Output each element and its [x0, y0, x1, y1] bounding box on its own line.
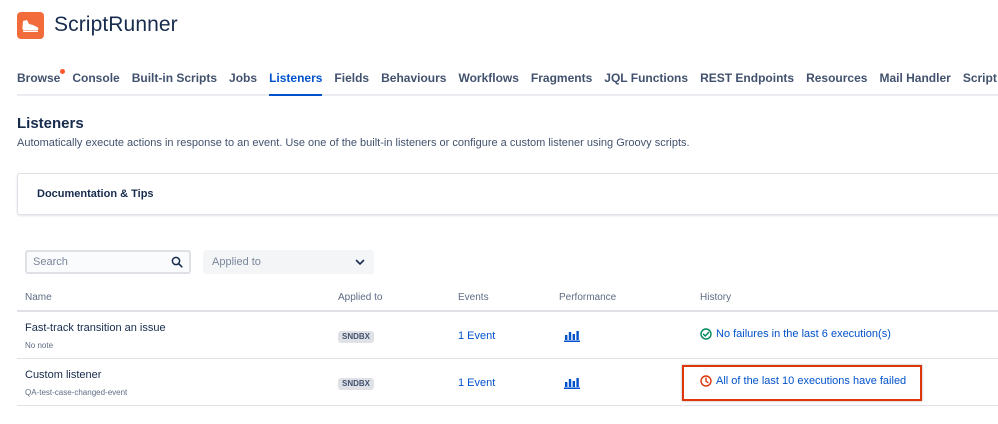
documentation-label: Documentation & Tips: [37, 188, 154, 200]
listener-note: QA-test-case-changed-event: [25, 388, 128, 397]
documentation-panel[interactable]: Documentation & Tips: [17, 173, 998, 215]
app-title: ScriptRunner: [54, 13, 178, 36]
nav-jobs[interactable]: Jobs: [229, 71, 257, 94]
search-input[interactable]: [33, 256, 171, 268]
nav-built-in-scripts[interactable]: Built-in Scripts: [132, 71, 217, 94]
history-status-link[interactable]: No failures in the last 6 execution(s): [700, 328, 891, 340]
table-header: Name Applied to Events Performance Histo…: [17, 289, 998, 312]
nav-console[interactable]: Console: [72, 71, 119, 94]
nav-jql-functions[interactable]: JQL Functions: [604, 71, 688, 94]
nav-workflows[interactable]: Workflows: [458, 71, 518, 94]
header-history[interactable]: History: [700, 292, 731, 303]
nav-label: Browse: [17, 71, 61, 85]
nav-script-editor[interactable]: Script Editor: [963, 71, 998, 94]
nav-mail-handler[interactable]: Mail Handler: [879, 71, 950, 94]
history-text: No failures in the last 6 execution(s): [716, 328, 891, 340]
annotation-highlight-box: [682, 365, 922, 401]
shoe-icon: [22, 19, 39, 32]
check-circle-icon: [700, 328, 712, 340]
listener-note: No note: [25, 341, 54, 350]
scriptrunner-logo[interactable]: [17, 11, 44, 39]
nav-browse[interactable]: Browse: [17, 69, 66, 94]
app-header: ScriptRunner: [17, 11, 178, 39]
events-link[interactable]: 1 Event: [458, 330, 495, 342]
header-applied-to[interactable]: Applied to: [338, 292, 382, 303]
top-nav: Browse Console Built-in Scripts Jobs Lis…: [17, 69, 998, 96]
header-name[interactable]: Name: [25, 292, 52, 303]
applied-to-placeholder: Applied to: [212, 256, 261, 268]
project-badge: SNDBX: [338, 378, 375, 390]
header-performance[interactable]: Performance: [559, 292, 616, 303]
events-link[interactable]: 1 Event: [458, 377, 495, 389]
header-events[interactable]: Events: [458, 292, 489, 303]
nav-listeners[interactable]: Listeners: [269, 71, 323, 96]
notification-dot: [60, 69, 66, 74]
nav-fields[interactable]: Fields: [334, 71, 369, 94]
nav-rest-endpoints[interactable]: REST Endpoints: [700, 71, 794, 94]
listener-name[interactable]: Fast-track transition an issue: [25, 322, 166, 334]
search-icon[interactable]: [171, 256, 183, 268]
nav-fragments[interactable]: Fragments: [531, 71, 592, 94]
chevron-down-icon: [355, 259, 365, 265]
page-description: Automatically execute actions in respons…: [17, 137, 690, 149]
page-title: Listeners: [17, 115, 84, 132]
nav-behaviours[interactable]: Behaviours: [381, 71, 446, 94]
performance-chart-icon[interactable]: [564, 329, 580, 347]
nav-resources[interactable]: Resources: [806, 71, 867, 94]
project-badge: SNDBX: [338, 331, 375, 343]
applied-to-select[interactable]: Applied to: [203, 250, 374, 274]
performance-chart-icon[interactable]: [564, 376, 580, 394]
table-row: Fast-track transition an issue No note S…: [17, 312, 998, 359]
listener-name[interactable]: Custom listener: [25, 369, 101, 381]
search-box: [25, 250, 191, 274]
